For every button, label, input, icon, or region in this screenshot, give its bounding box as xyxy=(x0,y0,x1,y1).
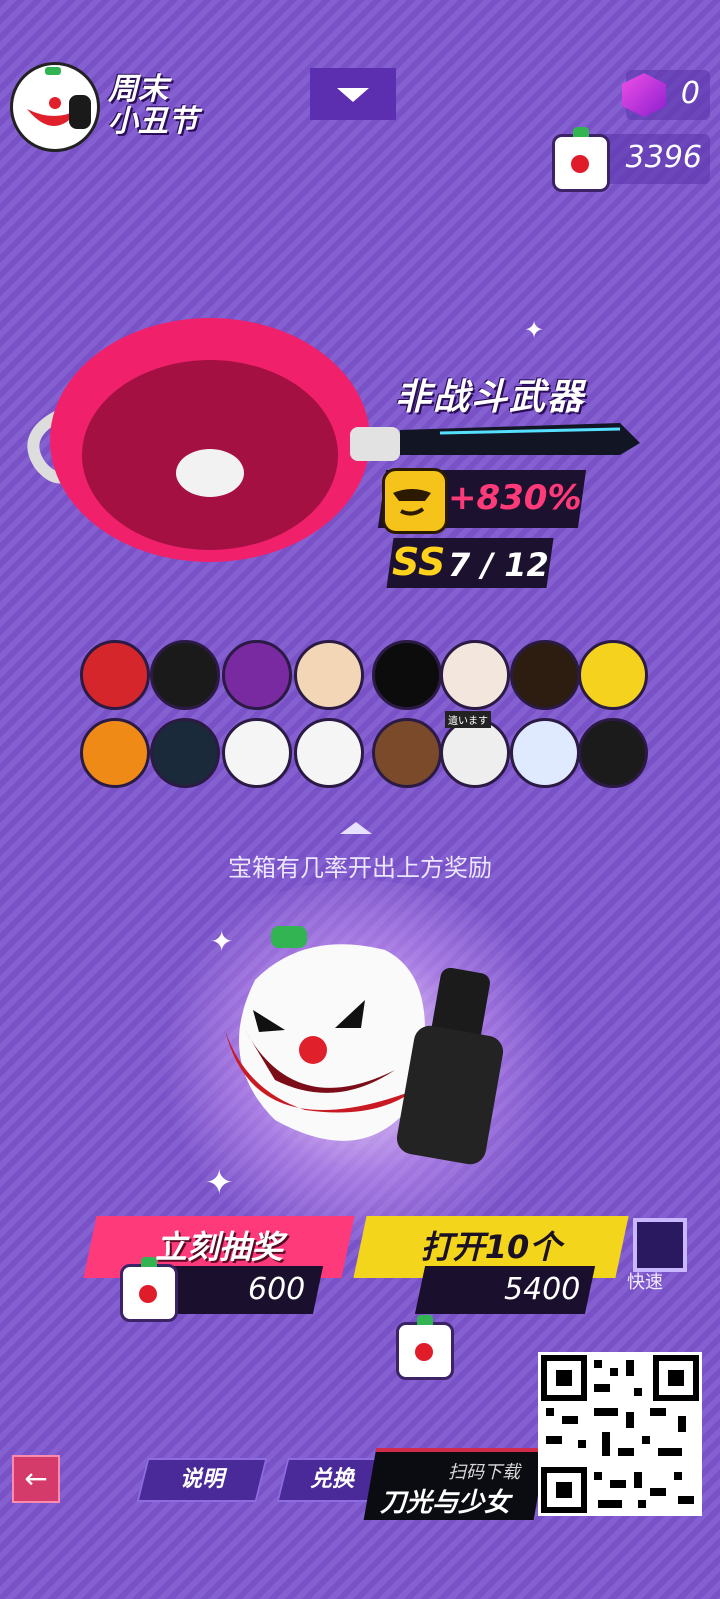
weapon-type-label: 非战斗武器 xyxy=(395,377,586,418)
horned-skull-icon xyxy=(440,640,510,710)
sparkle-icon: ✦ xyxy=(205,1163,234,1203)
rank-count: 7 / 12 xyxy=(448,546,549,584)
halo-hair-head-icon xyxy=(150,640,220,710)
bear-head-icon xyxy=(372,718,442,788)
open-ten-cost: 5400 xyxy=(504,1272,581,1307)
rank-grade: SS xyxy=(392,540,446,584)
gem-counter: 0 xyxy=(622,70,710,120)
fish-head-icon xyxy=(510,718,580,788)
quick-label: 快速 xyxy=(627,1272,663,1293)
quick-checkbox[interactable] xyxy=(633,1218,687,1272)
blonde-hair-head-icon xyxy=(294,640,364,710)
sparkle-icon: ✦ xyxy=(210,925,234,958)
info-label: 说明 xyxy=(179,1467,224,1492)
event-title: 周末 小丑节 xyxy=(108,72,198,139)
ghost-head-icon xyxy=(222,718,292,788)
qr-code[interactable] xyxy=(538,1352,702,1516)
event-dropdown-button[interactable] xyxy=(310,68,396,120)
chest-hint: 宝箱有几率开出上方奖励 xyxy=(228,854,492,882)
box-counter: 3396 xyxy=(552,127,710,192)
block-face-icon xyxy=(578,640,648,710)
nutcracker-head-icon xyxy=(80,640,150,710)
game-name-text: 刀光与少女 xyxy=(380,1488,511,1518)
clown-box-icon xyxy=(552,127,610,192)
box-tag: 遺います xyxy=(445,711,491,728)
scan-download-text: 扫码下载 xyxy=(448,1462,520,1483)
cool-face-icon xyxy=(382,468,448,534)
cyber-helmet-icon xyxy=(150,718,220,788)
exchange-label: 兑换 xyxy=(309,1467,354,1492)
clown-box-icon xyxy=(396,1315,454,1380)
pumpkin-head-icon xyxy=(80,718,150,788)
bonus-value: +830% xyxy=(448,478,582,518)
up-arrow-icon xyxy=(340,822,372,834)
racing-helmet-icon xyxy=(510,640,580,710)
gem-count: 0 xyxy=(680,76,700,111)
info-button[interactable]: 说明 xyxy=(136,1458,268,1502)
back-arrow-button[interactable]: ← xyxy=(12,1455,60,1503)
clown-event-icon xyxy=(10,62,100,152)
clown-box-icon xyxy=(120,1257,178,1322)
clown-head-icon xyxy=(294,718,364,788)
armored-helmet-icon xyxy=(222,640,292,710)
reaper-head-icon xyxy=(578,718,648,788)
draw-now-cost: 600 xyxy=(248,1272,306,1307)
box-head-icon xyxy=(440,718,510,788)
clown-chest-icon[interactable] xyxy=(215,920,515,1184)
black-blob-head-icon xyxy=(372,640,442,710)
gem-icon xyxy=(622,73,666,117)
sparkle-icon: ✦ xyxy=(524,316,545,344)
box-count: 3396 xyxy=(625,140,702,175)
